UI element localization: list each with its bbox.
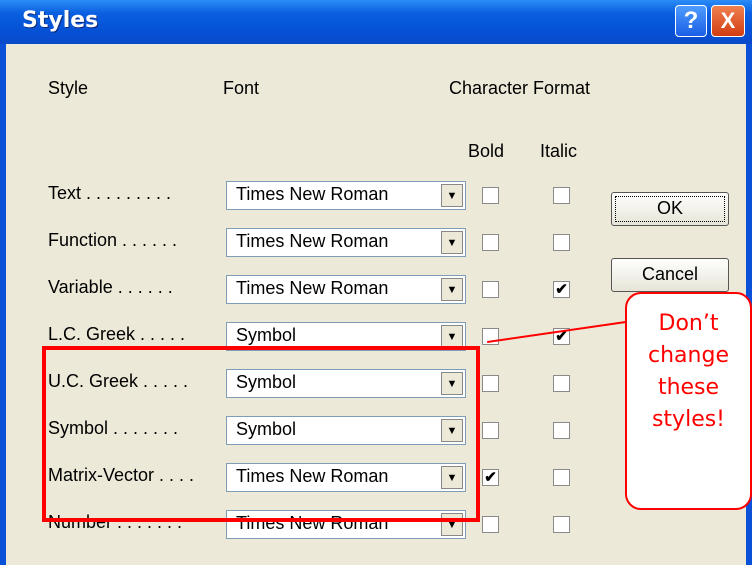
cancel-button[interactable]: Cancel [611,258,729,292]
annotation-callout: Don’t change these styles! [625,292,752,510]
italic-checkbox[interactable] [553,516,570,533]
font-dropdown[interactable]: Times New Roman ▼ [226,181,466,210]
dialog-title: Styles [22,8,99,33]
character-format-header: Character Format [449,78,591,98]
italic-checkbox[interactable] [553,469,570,486]
help-button[interactable]: ? [675,5,707,37]
font-dropdown[interactable]: Times New Roman ▼ [226,228,466,257]
font-dropdown-value: Times New Roman [236,231,389,251]
bold-checkbox[interactable] [482,234,499,251]
italic-checkbox[interactable]: ✔ [553,281,570,298]
callout-line: styles! [651,407,726,432]
italic-checkbox[interactable] [553,422,570,439]
chevron-down-icon[interactable]: ▼ [441,278,463,301]
italic-checkbox[interactable] [553,234,570,251]
font-column-header: Font [223,78,260,98]
callout-line: change [648,343,729,368]
style-row-label: Function . . . . . . [48,230,178,250]
ok-button[interactable]: OK [611,192,729,226]
highlight-box [42,346,480,522]
close-button[interactable]: X [711,5,745,37]
italic-checkbox[interactable] [553,375,570,392]
font-dropdown-value: Times New Roman [236,184,389,204]
italic-column-header: Italic [540,141,578,161]
bold-checkbox[interactable] [482,516,499,533]
font-dropdown-value: Times New Roman [236,278,389,298]
style-column-header: Style [48,78,89,98]
bold-column-header: Bold [468,141,505,161]
bold-checkbox[interactable]: ✔ [482,469,499,486]
bold-checkbox[interactable] [482,422,499,439]
chevron-down-icon[interactable]: ▼ [441,231,463,254]
callout-line: Don’t [658,311,719,336]
style-row-label: L.C. Greek . . . . . [48,324,186,344]
bold-checkbox[interactable] [482,375,499,392]
bold-checkbox[interactable] [482,281,499,298]
title-bar: Styles ? X [0,0,752,44]
style-row-label: Variable . . . . . . [48,277,173,297]
styles-dialog: Styles ? X Style Font Character Format B… [0,0,752,565]
bold-checkbox[interactable] [482,187,499,204]
callout-line: these [657,375,720,400]
dialog-body: Style Font Character Format Bold Italic … [6,44,752,565]
font-dropdown-value: Symbol [236,325,297,345]
italic-checkbox[interactable] [553,187,570,204]
style-row-label: Text . . . . . . . . . [48,183,172,203]
font-dropdown[interactable]: Times New Roman ▼ [226,275,466,304]
chevron-down-icon[interactable]: ▼ [441,184,463,207]
chevron-down-icon[interactable]: ▼ [441,325,463,348]
